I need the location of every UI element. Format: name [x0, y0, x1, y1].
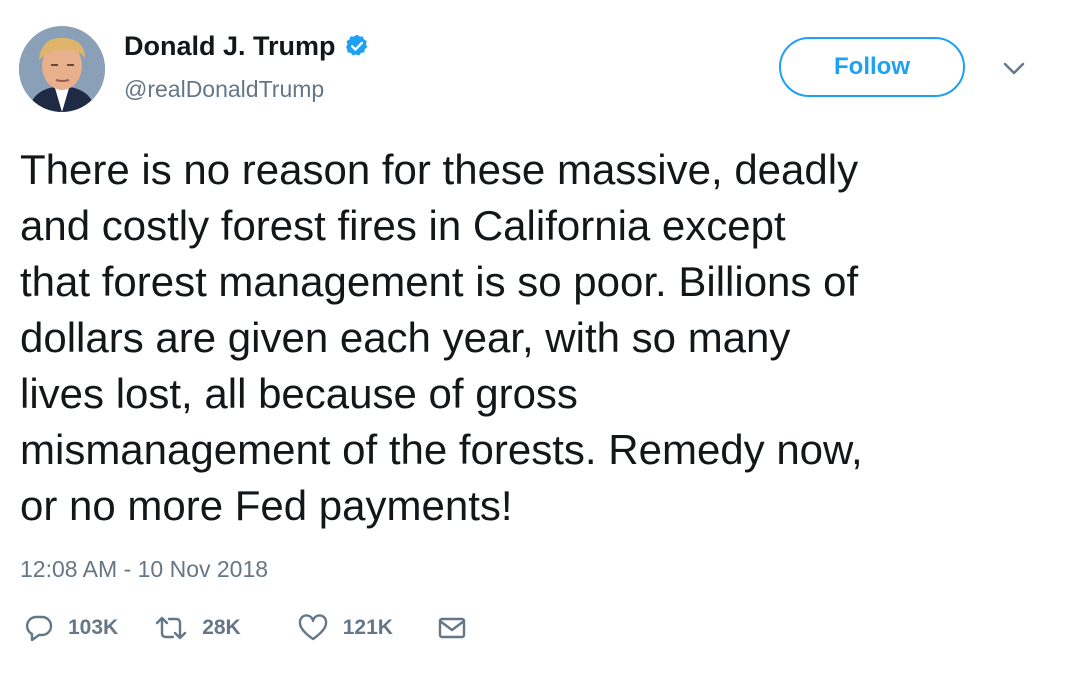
retweet-count: 28K	[202, 616, 241, 639]
author-handle[interactable]: @realDonaldTrump	[124, 74, 324, 104]
author-name-row: Donald J. Trump	[124, 30, 370, 62]
tweet-timestamp[interactable]: 12:08 AM - 10 Nov 2018	[20, 554, 268, 584]
tweet-text: There is no reason for these massive, de…	[20, 146, 863, 529]
reply-button[interactable]: 103K	[24, 613, 118, 643]
verified-badge-icon	[345, 34, 367, 56]
avatar-image	[19, 26, 105, 112]
like-button[interactable]: 121K	[297, 613, 393, 643]
reply-count: 103K	[68, 616, 119, 639]
like-count: 121K	[342, 616, 393, 639]
author-display-name[interactable]: Donald J. Trump	[124, 30, 336, 62]
avatar[interactable]	[19, 26, 105, 112]
retweet-button[interactable]: 28K	[154, 613, 241, 643]
follow-button[interactable]: Follow	[779, 37, 965, 97]
retweet-icon	[156, 616, 187, 640]
heart-icon	[298, 614, 327, 641]
direct-message-button[interactable]	[437, 613, 467, 643]
tweet-actions: 103K 28K 121K	[24, 610, 467, 646]
reply-icon	[25, 615, 53, 642]
chevron-down-icon[interactable]	[1001, 58, 1027, 78]
envelope-icon	[438, 617, 466, 639]
